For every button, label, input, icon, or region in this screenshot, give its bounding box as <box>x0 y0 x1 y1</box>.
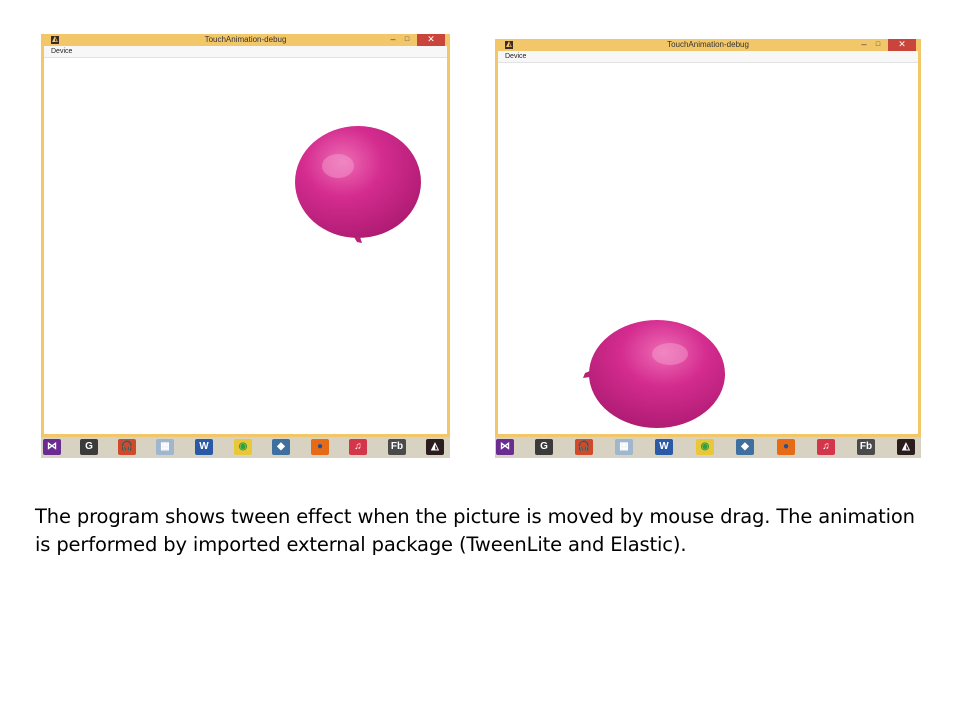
firefox-icon[interactable]: ● <box>777 439 795 455</box>
calculator-icon[interactable]: ▦ <box>615 439 633 455</box>
close-button[interactable]: ✕ <box>417 34 445 46</box>
box-app-icon[interactable]: ◆ <box>736 439 754 455</box>
music-app-icon[interactable]: ♫ <box>817 439 835 455</box>
air-app-icon[interactable]: ◭ <box>897 439 915 455</box>
box-app-icon[interactable]: ◆ <box>272 439 290 455</box>
taskbar: ⋈ G 🎧 ▦ W ◉ ◆ ● ♫ Fb ◭ <box>41 437 450 458</box>
app-window: ◭ TouchAnimation-debug – □ ✕ Device <box>495 39 921 437</box>
chrome-icon[interactable]: ◉ <box>234 439 252 455</box>
taskbar: ⋈ G 🎧 ▦ W ◉ ◆ ● ♫ Fb ◭ <box>495 437 921 458</box>
menu-device[interactable]: Device <box>51 46 72 57</box>
menu-bar: Device <box>44 46 447 58</box>
minimize-button[interactable]: – <box>858 39 870 51</box>
chrome-icon[interactable]: ◉ <box>696 439 714 455</box>
screenshot-right: ◭ TouchAnimation-debug – □ ✕ Device ⋈ G … <box>495 39 921 458</box>
close-button[interactable]: ✕ <box>888 39 916 51</box>
word-icon[interactable]: W <box>655 439 673 455</box>
app-window: ◭ TouchAnimation-debug – □ ✕ Device <box>41 34 450 437</box>
music-app-icon[interactable]: ♫ <box>349 439 367 455</box>
flash-builder-icon[interactable]: Fb <box>857 439 875 455</box>
air-app-icon[interactable]: ◭ <box>426 439 444 455</box>
flash-builder-icon[interactable]: Fb <box>388 439 406 455</box>
headphones-app-icon[interactable]: 🎧 <box>575 439 593 455</box>
maximize-button[interactable]: □ <box>872 39 884 51</box>
g-app-icon[interactable]: G <box>80 439 98 455</box>
calculator-icon[interactable]: ▦ <box>156 439 174 455</box>
menu-bar: Device <box>498 51 918 63</box>
firefox-icon[interactable]: ● <box>311 439 329 455</box>
minimize-button[interactable]: – <box>387 34 399 46</box>
caption-text: The program shows tween effect when the … <box>35 505 915 556</box>
menu-device[interactable]: Device <box>505 51 526 62</box>
visual-studio-icon[interactable]: ⋈ <box>43 439 61 455</box>
g-app-icon[interactable]: G <box>535 439 553 455</box>
visual-studio-icon[interactable]: ⋈ <box>496 439 514 455</box>
screenshot-left: ◭ TouchAnimation-debug – □ ✕ Device ⋈ G … <box>41 34 450 458</box>
headphones-app-icon[interactable]: 🎧 <box>118 439 136 455</box>
maximize-button[interactable]: □ <box>401 34 413 46</box>
balloon-image[interactable] <box>578 318 728 432</box>
balloon-image[interactable] <box>294 126 424 248</box>
window-title: TouchAnimation-debug <box>667 40 749 49</box>
title-bar[interactable]: ◭ TouchAnimation-debug – □ ✕ <box>44 34 447 46</box>
title-bar[interactable]: ◭ TouchAnimation-debug – □ ✕ <box>498 39 918 51</box>
word-icon[interactable]: W <box>195 439 213 455</box>
